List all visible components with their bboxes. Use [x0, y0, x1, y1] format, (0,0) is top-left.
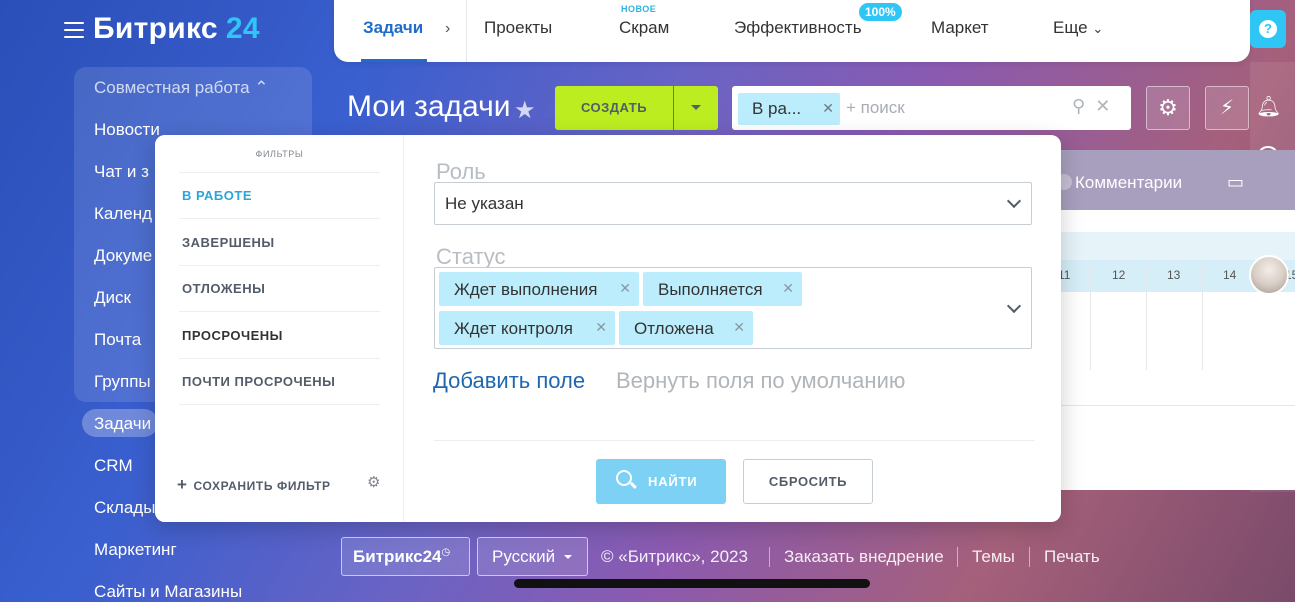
close-icon[interactable]: ✕ [822, 100, 834, 117]
logo-text: Битрикс [93, 12, 218, 45]
role-value: Не указан [445, 194, 524, 213]
create-button[interactable]: СОЗДАТЬ [555, 86, 673, 130]
day-cell: 12 [1112, 268, 1126, 282]
day-cell: 14 [1223, 268, 1237, 282]
sidebar-group-title[interactable]: Совместная работа ⌃ [94, 78, 269, 98]
status-select[interactable]: Ждет выполнения ✕ Выполняется ✕ Ждет контр… [434, 267, 1032, 349]
search-filter-tag[interactable]: В ра... ✕ [738, 93, 840, 125]
close-icon[interactable]: ✕ [619, 280, 631, 297]
bell-icon[interactable]: 🔔︎ [1256, 94, 1281, 119]
footer-logo-text: Битрикс24 [353, 547, 442, 566]
language-select[interactable]: Русский [477, 537, 588, 576]
gear-icon[interactable]: ⚙ [367, 473, 380, 491]
status-tag[interactable]: Выполняется ✕ [643, 272, 802, 306]
chevron-up-icon: ⌃ [254, 78, 269, 97]
tab-tasks[interactable]: Задачи [363, 18, 423, 38]
chevron-down-icon [1006, 298, 1022, 314]
tab-more-label: Еще [1053, 18, 1088, 37]
sidebar-item-mail[interactable]: Почта [94, 330, 141, 350]
filter-presets: ФИЛЬТРЫ В РАБОТЕ ЗАВЕРШЕНЫ ОТЛОЖЕНЫ ПРОС… [155, 135, 404, 522]
tab-active-underline [361, 59, 427, 62]
save-filter-label: СОХРАНИТЬ ФИЛЬТР [193, 479, 331, 493]
search-input[interactable]: В ра... ✕ + поиск ⚲ ✕ [732, 86, 1131, 130]
sidebar-item-documents[interactable]: Докуме [94, 246, 152, 266]
find-button-label: НАЙТИ [648, 474, 698, 489]
search-placeholder: + поиск [846, 98, 905, 117]
themes-link[interactable]: Темы [972, 547, 1015, 567]
settings-button[interactable]: ⚙ [1146, 86, 1190, 130]
new-badge: НОВОЕ [621, 4, 657, 14]
add-field-link[interactable]: Добавить поле [433, 368, 585, 394]
status-tag[interactable]: Ждет выполнения ✕ [439, 272, 639, 306]
search-icon [616, 470, 632, 486]
plus-icon: + [177, 475, 188, 494]
filter-popup: ФИЛЬТРЫ В РАБОТЕ ЗАВЕРШЕНЫ ОТЛОЖЕНЫ ПРОС… [155, 135, 1061, 522]
automation-button[interactable]: ⚡︎ [1205, 86, 1249, 130]
sidebar-item-groups[interactable]: Группы [94, 372, 151, 392]
reset-button[interactable]: СБРОСИТЬ [743, 459, 873, 504]
find-button[interactable]: НАЙТИ [596, 459, 726, 504]
clear-icon[interactable]: ✕ [1095, 96, 1110, 116]
filter-preset-in-progress[interactable]: В РАБОТЕ [182, 188, 252, 203]
sidebar-item-calendar[interactable]: Календ [94, 204, 152, 224]
tab-more[interactable]: Еще ⌄ [1053, 18, 1103, 38]
app-logo[interactable]: Битрикс 24 [93, 12, 260, 46]
filter-preset-completed[interactable]: ЗАВЕРШЕНЫ [182, 235, 275, 250]
footer-logo[interactable]: Битрикс24◷ [341, 537, 470, 576]
comments-label[interactable]: Комментарии [1075, 173, 1182, 193]
page-title: Мои задачи [347, 90, 511, 123]
star-icon[interactable]: ★ [514, 96, 536, 125]
close-icon[interactable]: ✕ [782, 280, 794, 297]
filter-preset-almost-overdue[interactable]: ПОЧТИ ПРОСРОЧЕНЫ [182, 374, 335, 389]
home-indicator [514, 579, 870, 588]
day-cell: 13 [1167, 268, 1181, 282]
avatar[interactable] [1249, 255, 1289, 295]
tab-scrum[interactable]: Скрам [619, 18, 669, 38]
filters-header: ФИЛЬТРЫ [255, 149, 304, 159]
question-icon: ? [1259, 20, 1277, 38]
close-icon[interactable]: ✕ [733, 319, 745, 336]
chevron-down-icon: ⌄ [1092, 21, 1104, 36]
menu-burger-icon[interactable] [64, 22, 84, 38]
sidebar-item-marketing[interactable]: Маркетинг [94, 540, 177, 560]
close-icon[interactable]: ✕ [595, 319, 607, 336]
filter-preset-deferred[interactable]: ОТЛОЖЕНЫ [182, 281, 265, 296]
role-select[interactable]: Не указан [434, 182, 1032, 225]
search-icon[interactable]: ⚲ [1072, 96, 1085, 116]
tab-efficiency[interactable]: Эффективность [734, 18, 862, 38]
sidebar-item-crm[interactable]: CRM [94, 456, 133, 476]
status-tag[interactable]: Ждет контроля ✕ [439, 311, 615, 345]
chevron-down-icon [1006, 193, 1022, 209]
save-filter-button[interactable]: + СОХРАНИТЬ ФИЛЬТР [177, 475, 331, 495]
nav-divider [466, 0, 467, 62]
reset-fields-link[interactable]: Вернуть поля по умолчанию [616, 368, 905, 394]
comment-icon[interactable]: ▭ [1227, 172, 1244, 193]
logo-number: 24 [225, 12, 260, 45]
sidebar-item-news[interactable]: Новости [94, 120, 160, 140]
gear-icon: ⚙ [1158, 95, 1178, 120]
copyright-text: © «Битрикс», 2023 [601, 547, 748, 566]
sidebar-item-chat[interactable]: Чат и з [94, 162, 149, 182]
chevron-right-icon: › [445, 20, 451, 37]
filter-preset-overdue[interactable]: ПРОСРОЧЕНЫ [182, 328, 283, 343]
help-button[interactable]: ? [1250, 10, 1286, 48]
sidebar-item-sites[interactable]: Сайты и Магазины [94, 582, 242, 602]
clock-icon: ◷ [441, 547, 451, 558]
print-link[interactable]: Печать [1044, 547, 1100, 567]
sidebar-item-disk[interactable]: Диск [94, 288, 131, 308]
tab-market[interactable]: Маркет [931, 18, 989, 38]
tab-projects[interactable]: Проекты [484, 18, 552, 38]
sidebar-item-warehouses[interactable]: Склады [94, 498, 155, 518]
create-dropdown-button[interactable] [674, 86, 718, 130]
efficiency-badge: 100% [859, 3, 902, 21]
order-link[interactable]: Заказать внедрение [784, 547, 944, 567]
status-tag[interactable]: Отложена ✕ [619, 311, 753, 345]
sidebar-item-tasks[interactable]: Задачи [94, 414, 151, 434]
lightning-icon: ⚡︎ [1219, 97, 1235, 119]
